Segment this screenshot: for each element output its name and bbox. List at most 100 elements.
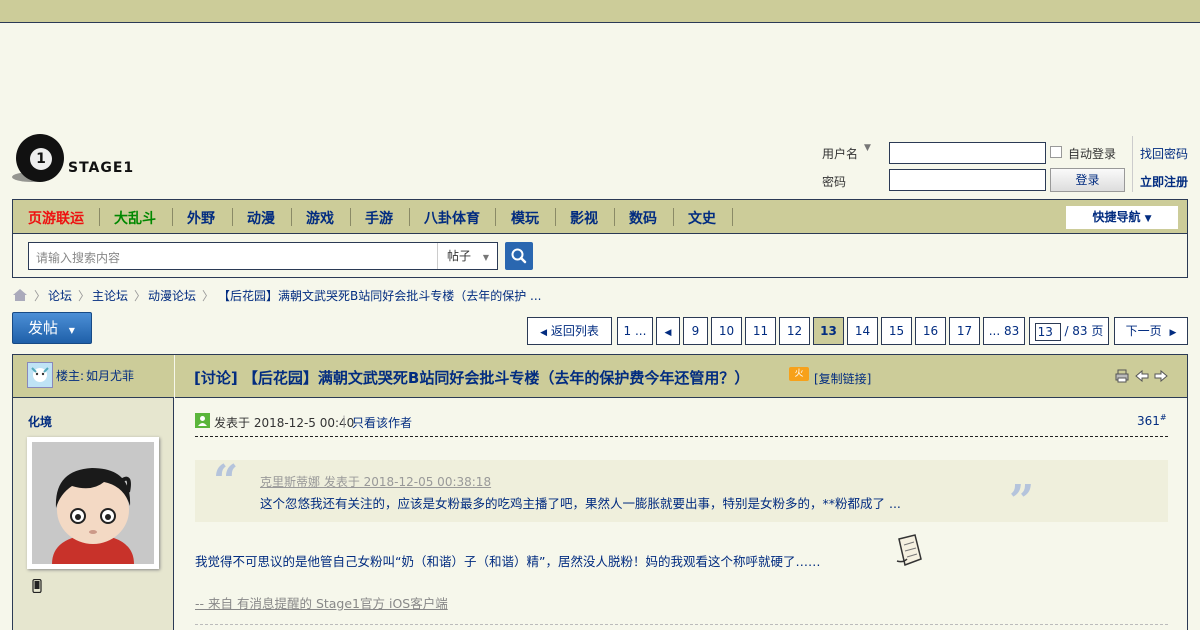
prev-thread-icon[interactable] bbox=[1135, 369, 1149, 383]
next-page-label: 下一页 bbox=[1125, 324, 1162, 338]
back-to-list-button[interactable]: ◀ 返回列表 bbox=[527, 317, 612, 345]
password-input[interactable] bbox=[889, 169, 1046, 191]
quote-block: “ 克里斯蒂娜 发表于 2018-12-05 00:38:18 这个忽悠我还有关… bbox=[195, 456, 1168, 527]
thread-title: [讨论] 【后花园】满朝文武哭死B站同好会批斗专楼（去年的保护费今年还管用？） bbox=[194, 369, 750, 387]
login-button[interactable]: 登录 bbox=[1050, 168, 1125, 192]
page-jump: 13 / 83 页 bbox=[1029, 317, 1109, 345]
nav-divider bbox=[99, 208, 100, 226]
nav-item-gossip[interactable]: 八卦体育 bbox=[424, 208, 480, 228]
print-icon[interactable] bbox=[1115, 369, 1129, 383]
next-thread-icon[interactable] bbox=[1154, 369, 1168, 383]
nav-divider bbox=[673, 208, 674, 226]
post-body-area: 发表于 2018-12-5 00:40 | 只看该作者 361# “ 克里斯蒂娜… bbox=[175, 399, 1187, 630]
page-link[interactable]: 15 bbox=[881, 317, 912, 345]
chevron-down-icon[interactable]: ▼ bbox=[864, 143, 871, 153]
open-quote-icon: “ bbox=[213, 456, 239, 507]
post-author-name[interactable]: 化境 bbox=[28, 413, 52, 430]
nav-item-waiye[interactable]: 外野 bbox=[187, 208, 215, 228]
nav-item-daluandou[interactable]: 大乱斗 bbox=[114, 208, 156, 228]
breadcrumb-separator: 〉 bbox=[202, 289, 215, 303]
nav-divider bbox=[614, 208, 615, 226]
close-quote-icon: ” bbox=[1009, 476, 1035, 527]
search-button[interactable] bbox=[505, 242, 533, 270]
chevron-down-icon: ▼ bbox=[482, 253, 489, 262]
quote-author[interactable]: 克里斯蒂娜 发表于 2018-12-05 00:38:18 bbox=[260, 473, 491, 490]
breadcrumb-anime-forum[interactable]: 动漫论坛 bbox=[148, 287, 196, 304]
logo-mark: 1 bbox=[30, 148, 52, 170]
page-link[interactable]: 9 bbox=[683, 317, 708, 345]
search-icon bbox=[511, 248, 527, 264]
next-page-button[interactable]: 下一页 ▶ bbox=[1114, 317, 1188, 345]
quick-nav-button[interactable]: 快捷导航 ▼ bbox=[1066, 206, 1178, 229]
nav-item-history[interactable]: 文史 bbox=[688, 208, 716, 228]
forgot-password-link[interactable]: 找回密码 bbox=[1140, 145, 1188, 162]
prev-page-button[interactable]: ◀ bbox=[656, 317, 680, 345]
password-label: 密码 bbox=[822, 175, 847, 189]
username-label: 用户名 bbox=[822, 147, 859, 161]
new-post-label: 发帖 bbox=[28, 319, 59, 337]
caret-down-icon: ▼ bbox=[1144, 214, 1152, 224]
nav-divider bbox=[350, 208, 351, 226]
thread-title-bar: [讨论] 【后花园】满朝文武哭死B站同好会批斗专楼（去年的保护费今年还管用？） … bbox=[175, 355, 1187, 398]
nav-divider bbox=[291, 208, 292, 226]
owner-avatar-image bbox=[31, 367, 49, 382]
post-meta-divider: | bbox=[342, 414, 347, 428]
page-link[interactable]: 12 bbox=[779, 317, 810, 345]
post-author-avatar[interactable] bbox=[27, 437, 159, 569]
quote-text: 这个忽悠我还有关注的，应该是女粉最多的吃鸡主播了吧，果然人一膨胀就要出事，特别是… bbox=[260, 496, 901, 511]
search-type-select[interactable]: 帖子 ▼ bbox=[437, 243, 497, 269]
main-nav: 页游联运 大乱斗 外野 动漫 游戏 手游 八卦体育 模玩 影视 数码 文史 快捷… bbox=[12, 199, 1188, 278]
post-signature[interactable]: -- 来自 有消息提醒的 Stage1官方 iOS客户端 bbox=[195, 593, 448, 612]
copy-link[interactable]: [复制链接] bbox=[814, 370, 871, 387]
owner-avatar[interactable] bbox=[27, 362, 53, 388]
home-icon[interactable] bbox=[12, 288, 28, 302]
new-post-button[interactable]: 发帖 ▼ bbox=[12, 312, 92, 344]
page-first[interactable]: 1 ... bbox=[617, 317, 653, 345]
breadcrumb-main-forum[interactable]: 主论坛 bbox=[92, 287, 128, 304]
site-logo[interactable]: 1 STAGE1 bbox=[12, 134, 142, 186]
nav-bar: 页游联运 大乱斗 外野 动漫 游戏 手游 八卦体育 模玩 影视 数码 文史 快捷… bbox=[13, 200, 1187, 234]
nav-item-models[interactable]: 模玩 bbox=[511, 208, 539, 228]
nav-item-games[interactable]: 游戏 bbox=[306, 208, 334, 228]
nav-item-webgame[interactable]: 页游联运 bbox=[28, 208, 84, 228]
login-divider bbox=[1132, 136, 1133, 192]
search-type-label: 帖子 bbox=[447, 249, 472, 263]
logo-text: STAGE1 bbox=[68, 160, 135, 176]
breadcrumb-forum[interactable]: 论坛 bbox=[48, 287, 72, 304]
page-link[interactable]: 17 bbox=[949, 317, 980, 345]
online-status-icon bbox=[195, 413, 210, 428]
only-author-link[interactable]: 只看该作者 bbox=[352, 414, 412, 431]
caret-down-icon: ▼ bbox=[68, 326, 75, 335]
username-input[interactable] bbox=[889, 142, 1046, 164]
auto-login-checkbox[interactable] bbox=[1050, 146, 1062, 158]
page-link[interactable]: 10 bbox=[711, 317, 742, 345]
chevron-left-icon: ◀ bbox=[540, 328, 548, 338]
page-link[interactable]: 16 bbox=[915, 317, 946, 345]
chevron-left-icon: ◀ bbox=[664, 328, 672, 338]
thread-owner-name[interactable]: 如月尤菲 bbox=[86, 367, 134, 384]
page-link[interactable]: 14 bbox=[847, 317, 878, 345]
back-to-list-label: 返回列表 bbox=[550, 324, 599, 338]
auto-login-label: 自动登录 bbox=[1068, 147, 1117, 161]
nav-item-mobile[interactable]: 手游 bbox=[365, 208, 393, 228]
thread-owner-prefix: 楼主: bbox=[56, 369, 85, 383]
floor-number-value: 361 bbox=[1137, 414, 1160, 428]
floor-number[interactable]: 361# bbox=[1137, 413, 1167, 428]
post-header-divider bbox=[195, 436, 1168, 437]
thread-owner-header: 楼主: 如月尤菲 bbox=[13, 355, 174, 398]
mobile-device-icon bbox=[32, 579, 42, 593]
search-placeholder[interactable]: 请输入搜索内容 bbox=[36, 249, 120, 266]
nav-divider bbox=[732, 208, 733, 226]
page-link[interactable]: 11 bbox=[745, 317, 776, 345]
nav-item-movies[interactable]: 影视 bbox=[570, 208, 598, 228]
avatar-illustration bbox=[32, 442, 154, 564]
breadcrumb-separator: 〉 bbox=[134, 289, 147, 303]
nav-item-anime[interactable]: 动漫 bbox=[247, 208, 275, 228]
breadcrumb-thread[interactable]: 【后花园】满朝文武哭死B站同好会批斗专楼（去年的保护 ... bbox=[218, 287, 542, 304]
register-link[interactable]: 立即注册 bbox=[1140, 173, 1188, 190]
page-jump-input[interactable]: 13 bbox=[1034, 322, 1061, 341]
chevron-right-icon: ▶ bbox=[1169, 328, 1177, 338]
nav-item-digital[interactable]: 数码 bbox=[629, 208, 657, 228]
search-box: 请输入搜索内容 帖子 ▼ bbox=[28, 242, 498, 270]
page-last[interactable]: ... 83 bbox=[983, 317, 1025, 345]
